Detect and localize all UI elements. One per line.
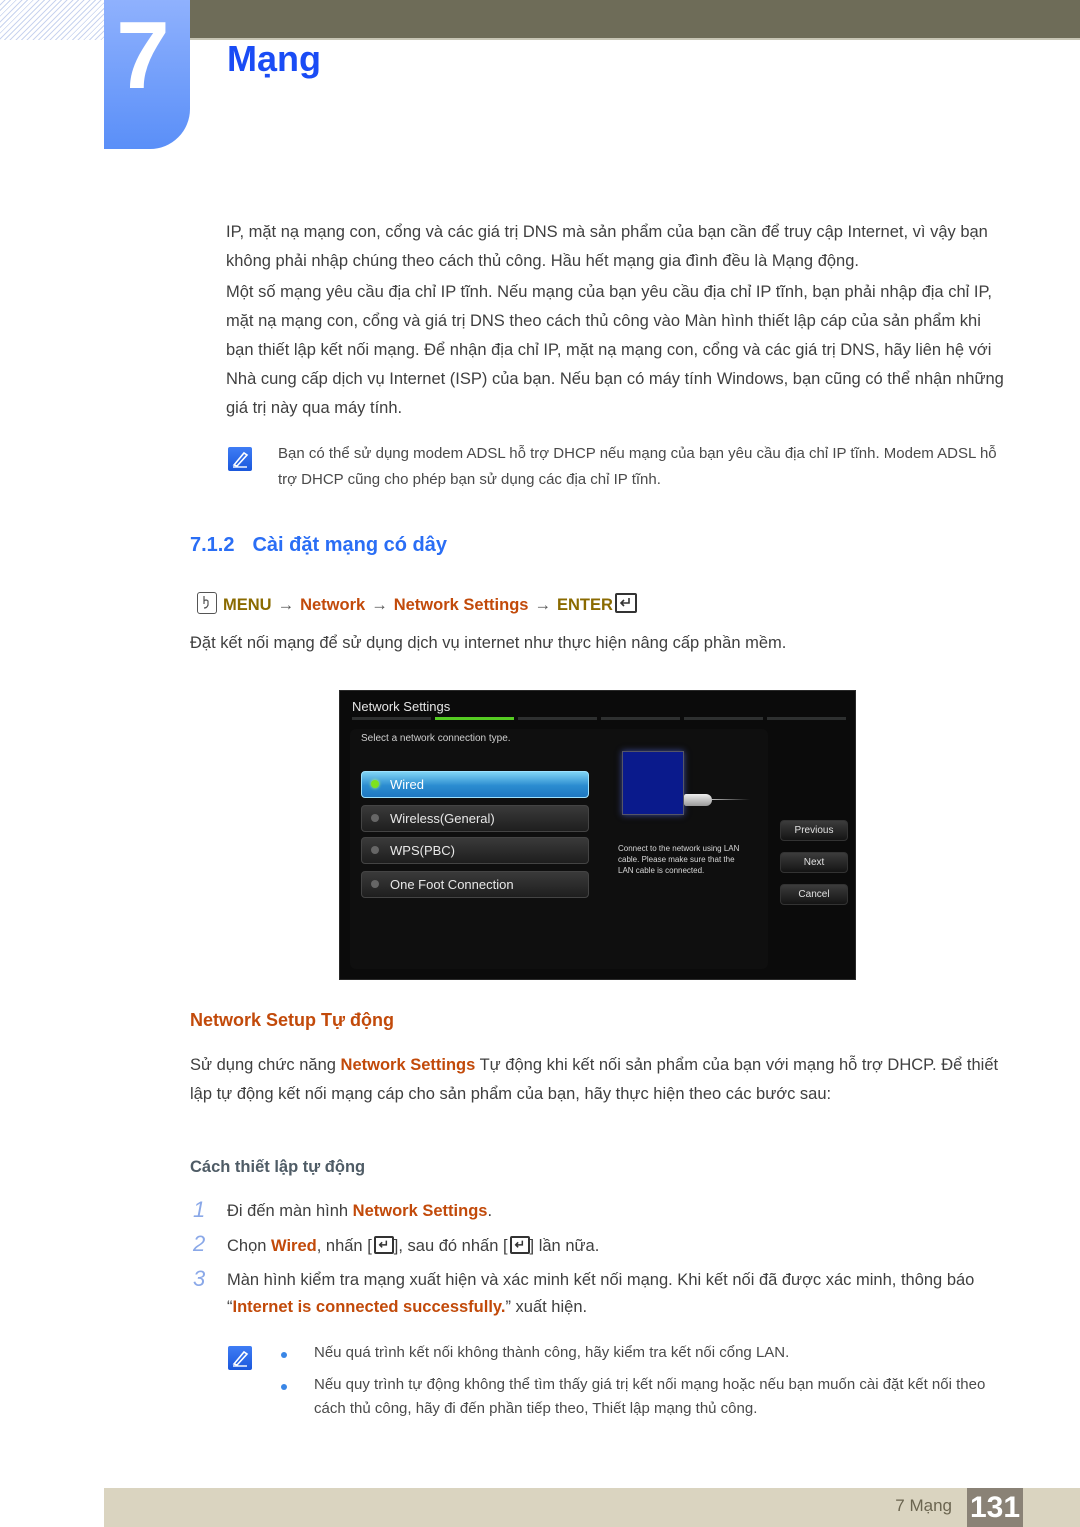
header-bar xyxy=(190,0,1080,40)
step-highlight: Network Settings xyxy=(352,1202,488,1220)
auto-setup-body: Sử dụng chức năng Network Settings Tự độ… xyxy=(190,1051,1000,1109)
intro-paragraph-2: Một số mạng yêu cầu địa chỉ IP tĩnh. Nếu… xyxy=(226,283,1004,417)
note-dhcp: Bạn có thể sử dụng modem ADSL hỗ trợ DHC… xyxy=(278,445,997,488)
auto-setup-heading: Network Setup Tự động xyxy=(190,1010,395,1030)
option-one-foot-connection[interactable]: One Foot Connection xyxy=(361,871,589,898)
step-text: , nhấn [ xyxy=(316,1237,372,1255)
bullet-icon xyxy=(281,1352,287,1358)
lan-cable-icon xyxy=(712,799,750,800)
section-description: Đặt kết nối mạng để sử dụng dịch vụ inte… xyxy=(190,634,787,652)
page-footer: 7 Mạng 131 xyxy=(104,1488,1080,1527)
note-bullet-1: Nếu quá trình kết nối không thành công, … xyxy=(314,1344,790,1361)
option-wired[interactable]: Wired xyxy=(361,771,589,798)
step-text: Đi đến màn hình xyxy=(227,1202,353,1220)
step-highlight: Wired xyxy=(271,1237,317,1255)
body-highlight: Network Settings xyxy=(340,1056,476,1074)
tv-prompt: Select a network connection type. xyxy=(361,733,511,744)
note-bullet-2: Nếu quy trình tự động không thể tìm thấy… xyxy=(314,1376,986,1417)
progress-step xyxy=(435,717,514,720)
intro-paragraph-1: IP, mặt nạ mạng con, cổng và các giá trị… xyxy=(226,223,988,270)
option-wireless-general[interactable]: Wireless(General) xyxy=(361,805,589,832)
note-pencil-icon xyxy=(228,1346,252,1370)
path-arrow: → xyxy=(371,596,388,614)
section-title: Cài đặt mạng có dây xyxy=(252,534,447,556)
tv-info-text: Connect to the network using LAN cable. … xyxy=(618,844,740,875)
path-enter: ENTER xyxy=(556,596,613,614)
path-arrow: → xyxy=(277,596,295,614)
radio-indicator-icon xyxy=(371,780,379,788)
step-text: . xyxy=(487,1202,493,1220)
option-label: One Foot Connection xyxy=(390,877,514,892)
progress-step xyxy=(601,717,680,720)
step-number: 1 xyxy=(193,1197,206,1222)
menu-path: MENU → Network → Network Settings → ENTER xyxy=(197,592,637,617)
tv-device-image xyxy=(622,751,684,815)
step-highlight: Internet is connected successfully. xyxy=(232,1298,506,1316)
note-pencil-icon xyxy=(228,447,252,471)
section-heading: 7.1.2 Cài đặt mạng có dây xyxy=(190,534,447,557)
previous-button[interactable]: Previous xyxy=(780,820,848,841)
step-text: ], sau đó nhấn [ xyxy=(393,1237,508,1255)
option-label: Wired xyxy=(390,777,424,792)
tv-screen-title: Network Settings xyxy=(352,699,451,714)
enter-key-icon xyxy=(614,593,637,613)
progress-step xyxy=(352,717,431,720)
chapter-tab: 7 xyxy=(104,0,190,149)
path-network: Network xyxy=(300,596,366,614)
step-3: Màn hình kiểm tra mạng xuất hiện và xác … xyxy=(227,1267,1017,1321)
page-number: 131 xyxy=(967,1488,1023,1527)
path-network-settings: Network Settings xyxy=(393,596,529,614)
step-number: 2 xyxy=(193,1231,206,1256)
path-arrow: → xyxy=(534,596,551,614)
header-hatch-decoration xyxy=(0,0,104,40)
network-settings-screenshot: Network Settings Select a network connec… xyxy=(339,690,856,980)
step-1: Đi đến màn hình Network Settings. xyxy=(227,1198,1017,1225)
path-menu: MENU xyxy=(223,596,272,614)
progress-step xyxy=(767,717,846,720)
bullet-icon xyxy=(281,1384,287,1390)
radio-indicator-icon xyxy=(371,814,379,822)
step-2: Chọn Wired, nhấn [ ], sau đó nhấn [ ] lần … xyxy=(227,1233,1017,1260)
enter-key-icon xyxy=(373,1236,394,1254)
step-text: ” xuất hiện. xyxy=(505,1298,588,1316)
option-label: Wireless(General) xyxy=(390,811,495,826)
chapter-title: Mạng xyxy=(227,38,321,79)
auto-setup-subheading: Cách thiết lập tự động xyxy=(190,1158,366,1176)
step-progress-bar xyxy=(352,717,846,720)
radio-indicator-icon xyxy=(371,880,379,888)
section-number: 7.1.2 xyxy=(190,534,235,556)
next-button[interactable]: Next xyxy=(780,852,848,873)
radio-indicator-icon xyxy=(371,846,379,854)
step-text: ] lần nữa. xyxy=(529,1237,600,1255)
footer-chapter-label: 7 Mạng xyxy=(895,1496,952,1515)
enter-key-icon xyxy=(509,1236,530,1254)
cancel-button[interactable]: Cancel xyxy=(780,884,848,905)
progress-step xyxy=(518,717,597,720)
step-number: 3 xyxy=(193,1266,206,1291)
lan-plug-icon xyxy=(684,794,712,806)
remote-menu-icon xyxy=(197,592,217,614)
option-label: WPS(PBC) xyxy=(390,843,455,858)
body-text: Sử dụng chức năng xyxy=(190,1056,341,1074)
step-text: Chọn xyxy=(227,1237,272,1255)
progress-step xyxy=(684,717,763,720)
option-wps-pbc[interactable]: WPS(PBC) xyxy=(361,837,589,864)
chapter-number: 7 xyxy=(116,2,170,109)
